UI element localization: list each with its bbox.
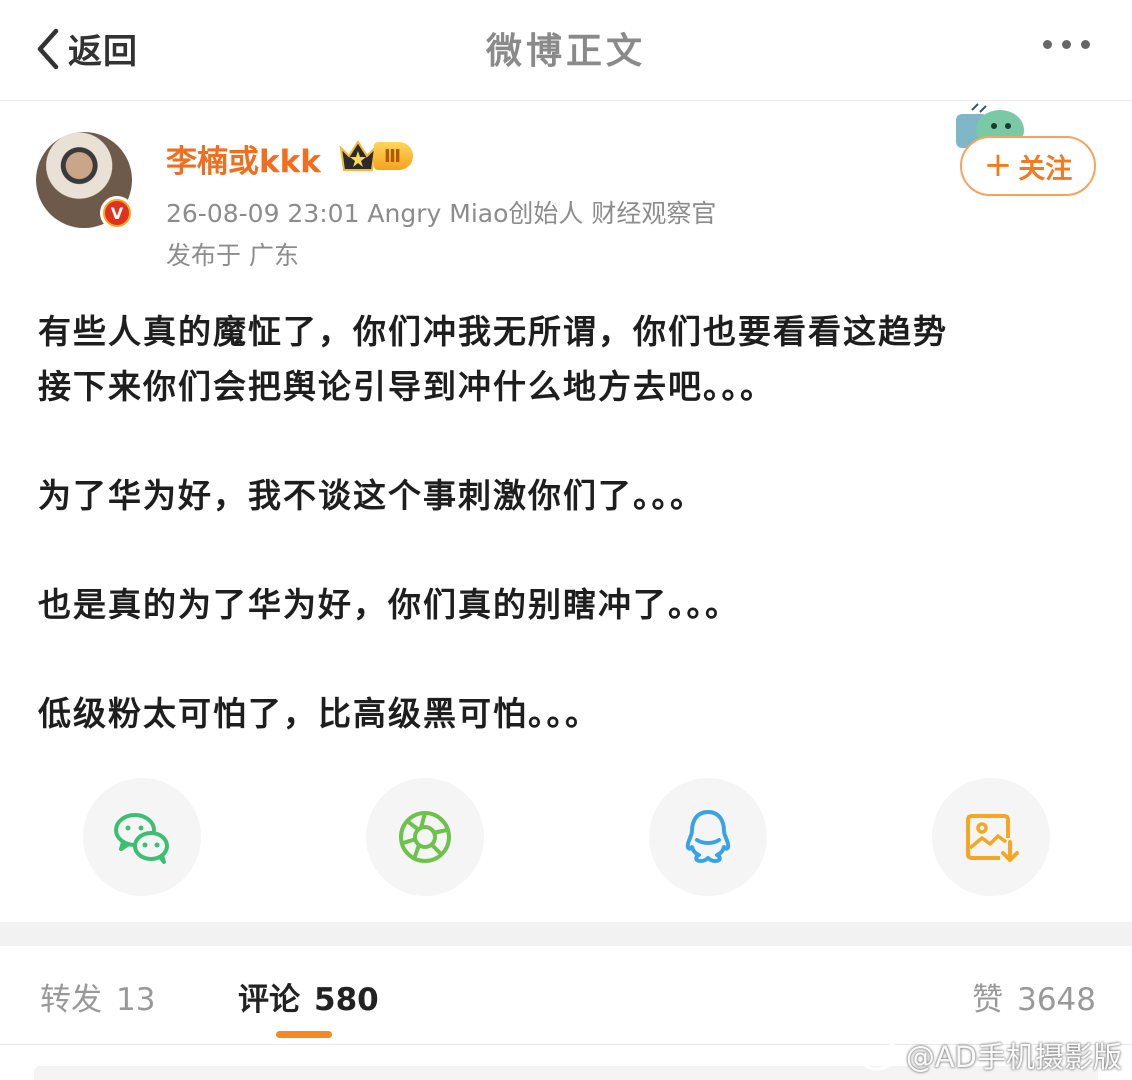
tab-repost[interactable]: 转发 13	[40, 974, 155, 1019]
weibo-logo-icon	[860, 1041, 898, 1071]
post-paragraph: 有些人真的魔怔了，你们冲我无所谓，你们也要看看这趋势 接下来你们会把舆论引导到冲…	[38, 312, 948, 406]
follow-label: 关注	[1018, 153, 1073, 185]
tab-like-label: 赞	[972, 982, 1004, 1018]
tab-like-count: 3648	[1017, 982, 1096, 1018]
save-image-button[interactable]	[932, 778, 1050, 896]
watermark: @AD手机摄影版	[860, 1034, 1122, 1076]
qq-icon	[685, 810, 731, 863]
share-moments-button[interactable]	[366, 778, 484, 896]
verified-badge-icon: V	[100, 196, 134, 230]
tab-repost-label: 转发	[40, 982, 102, 1018]
tab-repost-count: 13	[116, 982, 156, 1018]
tab-like[interactable]: 赞 3648	[972, 974, 1096, 1019]
dot-icon	[1043, 40, 1052, 49]
post-content: 有些人真的魔怔了，你们冲我无所谓，你们也要看看这趋势 接下来你们会把舆论引导到冲…	[38, 304, 1098, 795]
tab-comment-count: 580	[314, 982, 379, 1018]
crown-icon	[339, 140, 377, 171]
post-meta: 26-08-09 23:01 Angry Miao创始人 财经观察官	[166, 199, 717, 228]
post-paragraph: 低级粉太可怕了，比高级黑可怕。。。	[38, 694, 600, 733]
dot-icon	[1062, 40, 1071, 49]
more-options-button[interactable]	[1043, 40, 1090, 49]
post-location: 发布于 广东	[166, 241, 299, 270]
wechat-icon	[114, 813, 169, 864]
section-divider	[0, 922, 1132, 946]
vip-level-tag: Ⅲ	[374, 142, 414, 170]
tab-comment[interactable]: 评论 580	[238, 974, 379, 1019]
watermark-text: @AD手机摄影版	[905, 1040, 1122, 1074]
vip-badge[interactable]: Ⅲ	[338, 138, 414, 174]
post-paragraph: 为了华为好，我不谈这个事刺激你们了。。。	[38, 476, 705, 515]
author-name[interactable]: 李楠或kkk	[166, 136, 321, 181]
active-tab-indicator	[276, 1031, 332, 1038]
tab-comment-label: 评论	[238, 982, 300, 1018]
page-title: 微博正文	[485, 31, 646, 72]
save-image-icon	[966, 814, 1019, 862]
post-paragraph: 也是真的为了华为好，你们真的别瞎冲了。。。	[38, 585, 740, 624]
top-navigation-bar: 返回 微博正文	[0, 0, 1132, 101]
dot-icon	[1081, 40, 1090, 49]
plus-icon: +	[983, 144, 1013, 185]
share-qq-button[interactable]	[649, 778, 767, 896]
follow-button[interactable]: + 关注	[960, 136, 1096, 196]
share-wechat-button[interactable]	[83, 778, 201, 896]
moments-icon	[399, 811, 451, 863]
